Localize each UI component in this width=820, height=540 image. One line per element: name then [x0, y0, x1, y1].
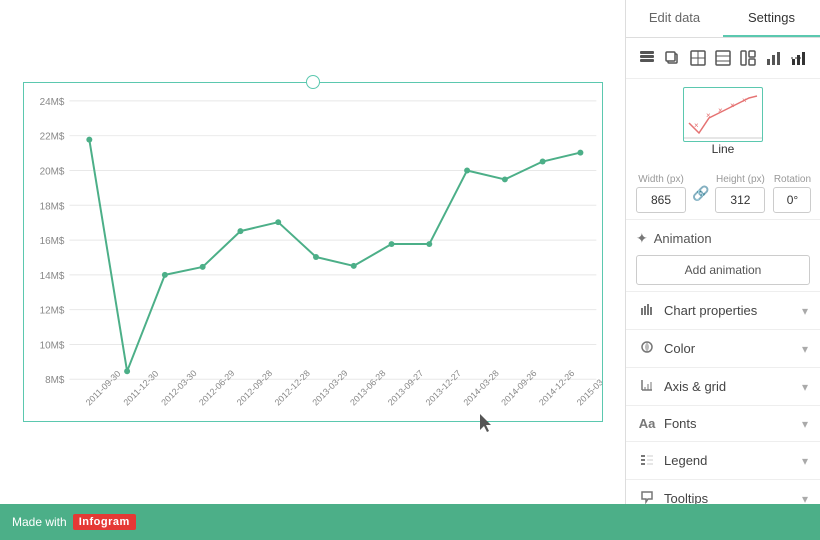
svg-text:×: × — [694, 121, 699, 130]
rotation-group: Rotation — [773, 174, 811, 213]
axis-grid-chevron: ▾ — [802, 380, 808, 394]
svg-text:16M$: 16M$ — [39, 236, 64, 247]
tabs: Edit data Settings — [626, 0, 820, 38]
width-group: Width (px) — [636, 174, 686, 213]
svg-text:×: × — [706, 111, 711, 120]
svg-text:2012-06-29: 2012-06-29 — [196, 368, 235, 407]
rotation-label: Rotation — [774, 174, 811, 185]
chart-container: 24M$ 22M$ 20M$ 18M$ 16M$ 14M$ 12M$ 10M$ … — [0, 0, 625, 504]
svg-text:2013-09-27: 2013-09-27 — [385, 368, 424, 407]
made-with-text: Made with — [12, 515, 67, 529]
chart-preview-thumbnail[interactable]: × × × × × — [683, 87, 763, 142]
width-label: Width (px) — [638, 174, 684, 185]
color-label: Color — [664, 341, 695, 356]
animation-icon: ✦ — [636, 230, 648, 247]
color-icon — [638, 340, 656, 357]
made-with: Made with Infogram — [12, 514, 136, 530]
fonts-label: Fonts — [664, 416, 697, 431]
svg-text:14M$: 14M$ — [39, 271, 64, 282]
add-animation-button[interactable]: Add animation — [636, 255, 810, 285]
svg-text:×: × — [718, 106, 723, 115]
tooltips-label: Tooltips — [664, 491, 708, 504]
accordion-axis-grid[interactable]: Axis & grid ▾ — [626, 368, 820, 406]
svg-text:×: × — [730, 101, 735, 110]
animation-label: Animation — [654, 231, 712, 246]
svg-text:2012-09-28: 2012-09-28 — [234, 368, 273, 407]
bottom-bar: Made with Infogram — [0, 504, 820, 540]
tab-settings[interactable]: Settings — [723, 0, 820, 37]
animation-header: ✦ Animation — [636, 230, 810, 247]
infogram-badge[interactable]: Infogram — [73, 514, 136, 530]
svg-text:20M$: 20M$ — [39, 166, 64, 177]
accordion-list: Chart properties ▾ Color ▾ — [626, 292, 820, 504]
layers-icon[interactable] — [636, 46, 657, 70]
svg-text:2013-06-28: 2013-06-28 — [348, 368, 387, 407]
right-panel: Edit data Settings — [625, 0, 820, 504]
svg-text:24M$: 24M$ — [39, 97, 64, 108]
accordion-tooltips[interactable]: Tooltips ▾ — [626, 480, 820, 504]
chart-wrapper[interactable]: 24M$ 22M$ 20M$ 18M$ 16M$ 14M$ 12M$ 10M$ … — [23, 82, 603, 422]
link-dimensions-icon[interactable]: 🔗 — [690, 185, 711, 202]
axis-grid-label: Axis & grid — [664, 379, 726, 394]
svg-text:2013-12-27: 2013-12-27 — [423, 368, 462, 407]
layout2-icon[interactable] — [712, 46, 733, 70]
chart-preview-area: × × × × × Line — [626, 79, 820, 168]
fonts-icon: Aa — [638, 416, 656, 431]
svg-text:2015-03-27: 2015-03-27 — [574, 368, 601, 407]
svg-text:12M$: 12M$ — [39, 306, 64, 317]
chart-properties-label: Chart properties — [664, 303, 757, 318]
tooltips-chevron: ▾ — [802, 492, 808, 505]
svg-text:2014-09-26: 2014-09-26 — [499, 368, 538, 407]
height-group: Height (px) — [715, 174, 765, 213]
chart-properties-chevron: ▾ — [802, 304, 808, 318]
chart-type1-icon[interactable] — [763, 46, 784, 70]
dimension-controls: Width (px) 🔗 Height (px) Rotation — [626, 168, 820, 220]
chart-resize-handle[interactable] — [306, 75, 320, 89]
axis-grid-icon — [638, 378, 656, 395]
icon-toolbar — [626, 38, 820, 79]
svg-text:2012-03-30: 2012-03-30 — [159, 368, 198, 407]
legend-chevron: ▾ — [802, 454, 808, 468]
chart-svg: 24M$ 22M$ 20M$ 18M$ 16M$ 14M$ 12M$ 10M$ … — [24, 83, 602, 421]
svg-text:2011-12-30: 2011-12-30 — [121, 369, 160, 408]
animation-section: ✦ Animation Add animation — [626, 220, 820, 292]
height-input[interactable] — [715, 187, 765, 213]
chart-properties-icon — [638, 302, 656, 319]
svg-text:10M$: 10M$ — [39, 340, 64, 351]
main-area: 24M$ 22M$ 20M$ 18M$ 16M$ 14M$ 12M$ 10M$ … — [0, 0, 820, 504]
svg-text:18M$: 18M$ — [39, 201, 64, 212]
svg-text:8M$: 8M$ — [45, 375, 65, 386]
color-chevron: ▾ — [802, 342, 808, 356]
chart-preview-label: Line — [683, 142, 763, 156]
height-label: Height (px) — [716, 174, 765, 185]
copy-icon[interactable] — [661, 46, 682, 70]
svg-text:2011-09-30: 2011-09-30 — [83, 369, 122, 408]
accordion-chart-properties[interactable]: Chart properties ▾ — [626, 292, 820, 330]
tooltips-icon — [638, 490, 656, 504]
legend-label: Legend — [664, 453, 707, 468]
accordion-fonts[interactable]: Aa Fonts ▾ — [626, 406, 820, 442]
width-input[interactable] — [636, 187, 686, 213]
legend-icon — [638, 452, 656, 469]
accordion-legend[interactable]: Legend ▾ — [626, 442, 820, 480]
svg-text:2014-12-26: 2014-12-26 — [536, 368, 575, 407]
layout1-icon[interactable] — [687, 46, 708, 70]
rotation-input[interactable] — [773, 187, 811, 213]
chart-type2-icon[interactable] — [789, 46, 810, 70]
accordion-color[interactable]: Color ▾ — [626, 330, 820, 368]
svg-text:2012-12-28: 2012-12-28 — [272, 368, 311, 407]
layout3-icon[interactable] — [738, 46, 759, 70]
svg-text:2014-03-28: 2014-03-28 — [461, 368, 500, 407]
fonts-chevron: ▾ — [802, 417, 808, 431]
svg-text:×: × — [742, 96, 747, 105]
svg-text:2013-03-29: 2013-03-29 — [310, 368, 349, 407]
svg-text:22M$: 22M$ — [39, 132, 64, 143]
tab-edit-data[interactable]: Edit data — [626, 0, 723, 37]
